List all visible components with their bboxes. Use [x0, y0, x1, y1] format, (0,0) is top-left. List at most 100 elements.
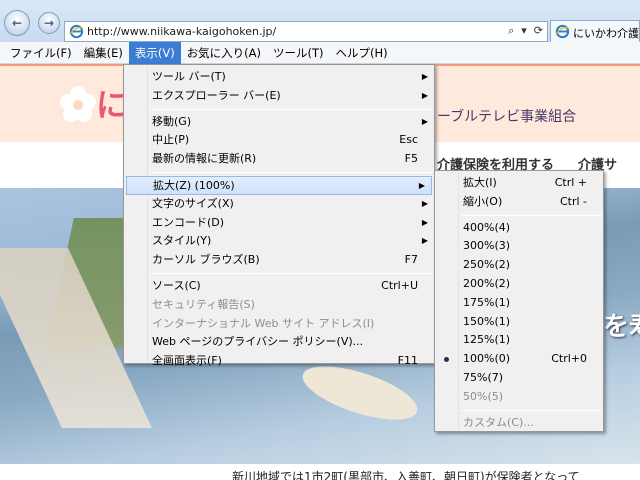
submenu-arrow-icon: ▶ [421, 236, 428, 246]
menu-item-label: 50%(5) [463, 389, 504, 403]
view-menu-source[interactable]: ソース(C) Ctrl+U [124, 277, 434, 296]
flower-logo-icon [60, 86, 96, 122]
menu-help[interactable]: ヘルプ(H) [330, 42, 394, 64]
forward-arrow-icon: → [43, 16, 55, 30]
view-menu-caret-browsing[interactable]: カーソル ブラウズ(B) F7 [124, 251, 434, 270]
menu-item-label: 中止(P) [152, 133, 190, 147]
zoom-out-item[interactable]: 縮小(O) Ctrl - [435, 193, 603, 212]
view-menu-explorer-bars[interactable]: エクスプローラー バー(E) ▶ [124, 87, 434, 106]
menu-item-label: スタイル(Y) [152, 234, 212, 248]
view-menu-privacy-policy[interactable]: Web ページのプライバシー ポリシー(V)... [124, 333, 434, 352]
address-bar[interactable]: http://www.niikawa-kaigohoken.jp/ ⌕ ▾ ⟳ [64, 21, 548, 42]
menu-separator [461, 409, 601, 411]
view-menu-encoding[interactable]: エンコード(D) ▶ [124, 214, 434, 233]
menu-item-label: 全画面表示(F) [152, 354, 222, 368]
submenu-arrow-icon: ▶ [421, 90, 428, 100]
submenu-arrow-icon: ▶ [421, 198, 428, 208]
view-menu-refresh[interactable]: 最新の情報に更新(R) F5 [124, 150, 434, 169]
menu-item-label: 200%(2) [463, 276, 511, 290]
menu-view[interactable]: 表示(V) [128, 42, 181, 64]
menu-bar: ファイル(F) 編集(E) 表示(V) お気に入り(A) ツール(T) ヘルプ(… [0, 42, 640, 64]
menu-favorites[interactable]: お気に入り(A) [181, 42, 267, 64]
menu-shortcut: Ctrl - [559, 194, 587, 208]
view-menu-zoom[interactable]: 拡大(Z) (100%) ▶ [126, 175, 432, 195]
address-tools: ⌕ ▾ ⟳ [508, 24, 543, 38]
menu-separator [150, 272, 432, 274]
zoom-400[interactable]: 400%(4) [435, 219, 603, 238]
hero-text: を寿 [603, 312, 640, 342]
view-menu-dropdown: ツール バー(T) ▶ エクスプローラー バー(E) ▶ 移動(G) ▶ 中止(P) E… [123, 64, 435, 367]
menu-item-label: インターナショナル Web サイト アドレス(I) [152, 316, 375, 330]
tab-title: にいかわ介護 [573, 27, 639, 40]
view-menu-style[interactable]: スタイル(Y) ▶ [124, 232, 434, 251]
view-menu-full-screen[interactable]: 全画面表示(F) F11 [124, 352, 434, 371]
site-subtitle: ーブルテレビ事業組合 [437, 109, 577, 125]
menu-item-label: 300%(3) [463, 239, 511, 253]
menu-item-label: エクスプローラー バー(E) [152, 88, 281, 102]
menu-item-label: ソース(C) [152, 278, 201, 292]
address-text[interactable]: http://www.niikawa-kaigohoken.jp/ [87, 25, 276, 38]
back-arrow-icon: ← [11, 16, 23, 30]
dropdown-icon[interactable]: ▾ [521, 24, 527, 38]
refresh-icon[interactable]: ⟳ [534, 24, 543, 38]
menu-shortcut: Ctrl+U [381, 278, 418, 292]
view-menu-text-size[interactable]: 文字のサイズ(X) ▶ [124, 195, 434, 214]
forward-button[interactable]: → [38, 12, 60, 34]
menu-separator [150, 108, 432, 110]
view-menu-toolbars[interactable]: ツール バー(T) ▶ [124, 68, 434, 87]
menu-item-label: 100%(0) [463, 352, 511, 366]
menu-shortcut: Ctrl + [554, 176, 587, 189]
menu-tools[interactable]: ツール(T) [267, 42, 330, 64]
zoom-150[interactable]: 150%(1) [435, 313, 603, 332]
menu-item-label: 文字のサイズ(X) [152, 196, 234, 210]
submenu-arrow-icon: ▶ [421, 72, 428, 81]
menu-edit[interactable]: 編集(E) [78, 42, 129, 64]
zoom-125[interactable]: 125%(1) [435, 331, 603, 350]
submenu-arrow-icon: ▶ [418, 180, 425, 190]
view-menu-security-report: セキュリティ報告(S) [124, 296, 434, 315]
zoom-250[interactable]: 250%(2) [435, 256, 603, 275]
submenu-arrow-icon: ▶ [421, 116, 428, 126]
menu-item-label: 125%(1) [463, 333, 511, 347]
menu-item-label: 最新の情報に更新(R) [152, 152, 257, 166]
menu-item-label: 150%(1) [463, 314, 511, 328]
menu-item-label: 75%(7) [463, 370, 504, 384]
zoom-175[interactable]: 175%(1) [435, 294, 603, 313]
menu-item-label: 175%(1) [463, 295, 511, 309]
search-icon[interactable]: ⌕ [508, 24, 514, 38]
ie-tab-icon [555, 24, 570, 39]
menu-item-label: 250%(2) [463, 258, 511, 272]
menu-item-label: 拡大(Z) (100%) [153, 178, 235, 192]
zoom-200[interactable]: 200%(2) [435, 275, 603, 294]
intro-text: 新川地域では1市2町(黒部市、入善町、朝日町)が保険者となって [232, 470, 580, 480]
ie-page-icon [69, 24, 84, 39]
zoom-in-item[interactable]: 拡大(I) Ctrl + [435, 174, 603, 193]
menu-shortcut: F11 [397, 354, 418, 368]
tab-niikawa[interactable]: にいかわ介護 [550, 20, 640, 42]
menu-item-label: 移動(G) [152, 114, 192, 128]
menu-shortcut: F5 [404, 152, 418, 166]
menu-shortcut: F7 [404, 253, 418, 267]
browser-toolbar: ← → http://www.niikawa-kaigohoken.jp/ ⌕ … [0, 0, 640, 42]
zoom-100[interactable]: 100%(0) Ctrl+0 [435, 350, 603, 369]
menu-item-label: カーソル ブラウズ(B) [152, 253, 260, 267]
zoom-50: 50%(5) [435, 388, 603, 407]
submenu-arrow-icon: ▶ [421, 217, 428, 227]
menu-shortcut: Ctrl+0 [551, 352, 587, 366]
menu-item-label: ツール バー(T) [152, 70, 226, 83]
menu-item-label: Web ページのプライバシー ポリシー(V)... [152, 335, 364, 349]
menu-separator [150, 171, 432, 173]
menu-shortcut: Esc [399, 133, 418, 147]
menu-item-label: エンコード(D) [152, 215, 225, 229]
view-menu-stop[interactable]: 中止(P) Esc [124, 131, 434, 150]
selected-bullet-icon [444, 357, 449, 363]
menu-file[interactable]: ファイル(F) [4, 42, 78, 64]
zoom-75[interactable]: 75%(7) [435, 369, 603, 388]
view-menu-international-address: インターナショナル Web サイト アドレス(I) [124, 315, 434, 334]
menu-item-label: 拡大(I) [463, 176, 497, 189]
zoom-300[interactable]: 300%(3) [435, 237, 603, 256]
menu-separator [461, 214, 601, 216]
back-button[interactable]: ← [4, 10, 30, 36]
view-menu-go-to[interactable]: 移動(G) ▶ [124, 113, 434, 132]
menu-item-label: 400%(4) [463, 220, 511, 234]
